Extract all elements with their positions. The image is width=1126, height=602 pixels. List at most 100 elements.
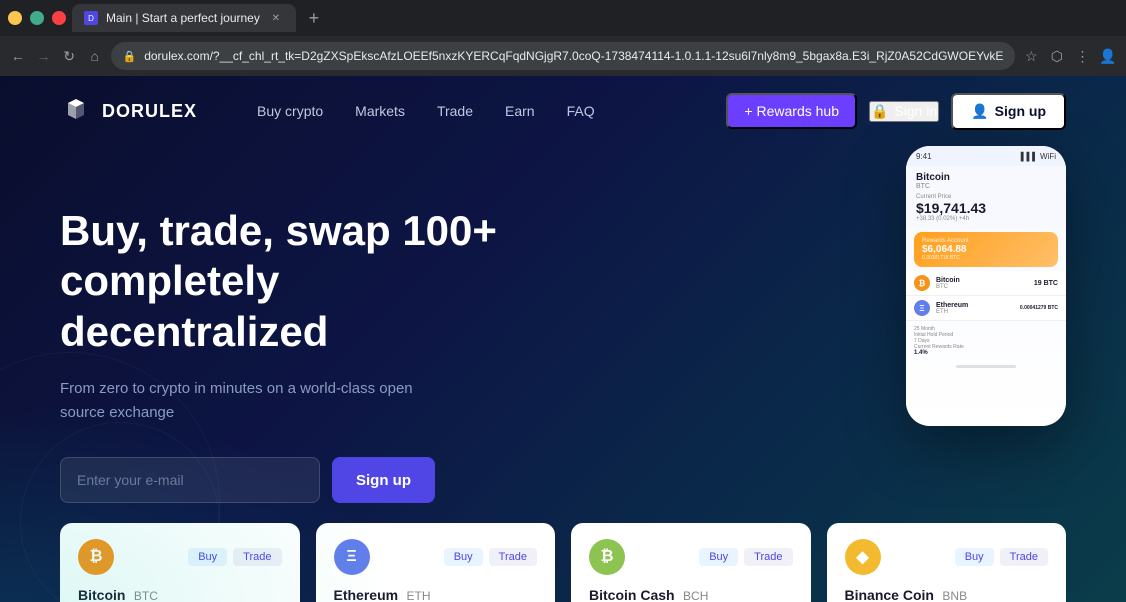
nav-faq[interactable]: FAQ: [567, 103, 595, 119]
phone-rewards-sub: 0.30381718 BTC: [922, 255, 1050, 261]
phone-home-indicator: [956, 365, 1016, 368]
tab-favicon: D: [84, 11, 98, 25]
price-card-bnb: ◆ Buy Trade Binance Coin BNB $655.21 -3.…: [827, 523, 1067, 602]
address-bar-row: ← → ↻ ⌂ 🔒 dorulex.com/?__cf_chl_rt_tk=D2…: [0, 36, 1126, 76]
phone-asset-eth: Ξ Ethereum ETH 0.00041279 BTC: [906, 296, 1066, 321]
eth-name: Ethereum: [334, 587, 399, 602]
minimize-button[interactable]: [8, 11, 22, 25]
btc-name: Bitcoin: [78, 587, 125, 602]
phone-screen: 9:41 ▌▌▌ WiFi Bitcoin BTC Current Price …: [906, 146, 1066, 426]
btc-ticker: BTC: [134, 589, 158, 602]
tab-close-button[interactable]: ✕: [268, 10, 284, 26]
phone-status-bar: 9:41 ▌▌▌ WiFi: [906, 146, 1066, 166]
bnb-ticker: BNB: [942, 589, 967, 602]
phone-mockup: 9:41 ▌▌▌ WiFi Bitcoin BTC Current Price …: [906, 146, 1066, 426]
url-text: dorulex.com/?__cf_chl_rt_tk=D2gZXSpEkscA…: [144, 49, 1003, 63]
bch-trade-button[interactable]: Trade: [744, 548, 792, 566]
bnb-buy-button[interactable]: Buy: [955, 548, 994, 566]
eth-ticker: ETH: [407, 589, 431, 602]
settings-button[interactable]: ⋮: [1073, 42, 1093, 70]
phone-eth-icon: Ξ: [914, 300, 930, 316]
active-tab[interactable]: D Main | Start a perfect journey ✕: [72, 4, 296, 32]
bnb-trade-button[interactable]: Trade: [1000, 548, 1048, 566]
signup-button[interactable]: 👤 Sign up: [951, 93, 1066, 130]
new-tab-button[interactable]: +: [300, 4, 328, 32]
btc-trade-button[interactable]: Trade: [233, 548, 281, 566]
phone-btc-info: Bitcoin BTC: [936, 277, 1028, 290]
phone-coin-ticker: BTC: [916, 183, 1056, 190]
close-button[interactable]: [52, 11, 66, 25]
extensions-button[interactable]: ⬡: [1047, 42, 1067, 70]
browser-tabs: D Main | Start a perfect journey ✕ +: [72, 4, 1118, 32]
bch-name-row: Bitcoin Cash BCH: [589, 587, 793, 602]
btc-card-header: ₿ Buy Trade: [78, 539, 282, 575]
bch-icon: ₿: [589, 539, 625, 575]
nav-earn[interactable]: Earn: [505, 103, 535, 119]
phone-rewards-card: Rewards Account $6,064.88 0.30381718 BTC: [914, 232, 1058, 267]
phone-eth-name: Ethereum: [936, 302, 1014, 309]
bnb-icon: ◆: [845, 539, 881, 575]
signin-label: Sign in: [894, 103, 937, 119]
price-section: ₿ Buy Trade Bitcoin BTC $99,870.16 -2.54…: [0, 503, 1126, 602]
phone-btc-ticker: BTC: [936, 284, 1028, 290]
phone-asset-bitcoin: ₿ Bitcoin BTC 19 BTC: [906, 271, 1066, 296]
phone-coin-name: Bitcoin: [916, 172, 1056, 183]
eth-actions: Buy Trade: [444, 548, 537, 566]
bch-name: Bitcoin Cash: [589, 587, 675, 602]
btc-actions: Buy Trade: [188, 548, 281, 566]
eth-icon: Ξ: [334, 539, 370, 575]
restore-button[interactable]: [30, 11, 44, 25]
phone-btc-icon: ₿: [914, 275, 930, 291]
nav-trade[interactable]: Trade: [437, 103, 473, 119]
url-bar[interactable]: 🔒 dorulex.com/?__cf_chl_rt_tk=D2gZXSpEks…: [111, 42, 1016, 70]
phone-price: $19,741.43: [916, 200, 1056, 216]
email-input[interactable]: [60, 457, 320, 503]
bch-buy-button[interactable]: Buy: [699, 548, 738, 566]
back-button[interactable]: ←: [8, 42, 28, 70]
nav-links: Buy crypto Markets Trade Earn FAQ: [257, 103, 726, 119]
signin-button[interactable]: 🔒 Sign in: [869, 101, 939, 122]
phone-hold-info: 25 Month Initial Hold Period 7 Days Curr…: [906, 321, 1066, 361]
hero-signup-button[interactable]: Sign up: [332, 457, 435, 503]
price-card-eth: Ξ Buy Trade Ethereum ETH $3,104.20 -5.96…: [316, 523, 556, 602]
bch-actions: Buy Trade: [699, 548, 792, 566]
phone-eth-info: Ethereum ETH: [936, 302, 1014, 315]
page: DORULEX Buy crypto Markets Trade Earn FA…: [0, 76, 1126, 602]
logo-icon: [60, 95, 92, 127]
btc-icon: ₿: [78, 539, 114, 575]
bnb-card-header: ◆ Buy Trade: [845, 539, 1049, 575]
eth-card-header: Ξ Buy Trade: [334, 539, 538, 575]
phone-btc-name: Bitcoin: [936, 277, 1028, 284]
bnb-name-row: Binance Coin BNB: [845, 587, 1049, 602]
eth-buy-button[interactable]: Buy: [444, 548, 483, 566]
profile-button[interactable]: 👤: [1098, 42, 1118, 70]
nav-buy-crypto[interactable]: Buy crypto: [257, 103, 323, 119]
browser-chrome: D Main | Start a perfect journey ✕ +: [0, 0, 1126, 36]
bch-ticker: BCH: [683, 589, 708, 602]
phone-btc-value: 19 BTC: [1034, 280, 1058, 287]
phone-signal: ▌▌▌ WiFi: [1021, 152, 1056, 161]
tab-title: Main | Start a perfect journey: [106, 11, 260, 25]
signin-icon: 🔒: [871, 103, 888, 120]
refresh-button[interactable]: ↻: [59, 42, 79, 70]
bch-card-header: ₿ Buy Trade: [589, 539, 793, 575]
rewards-hub-button[interactable]: + Rewards hub: [726, 93, 857, 129]
btc-buy-button[interactable]: Buy: [188, 548, 227, 566]
phone-eth-value: 0.00041279 BTC: [1020, 305, 1058, 311]
hero-section: Buy, trade, swap 100+ completely decentr…: [0, 146, 1126, 503]
phone-eth-ticker: ETH: [936, 309, 1014, 315]
hero-subtitle: From zero to crypto in minutes on a worl…: [60, 377, 420, 425]
hero-title: Buy, trade, swap 100+ completely decentr…: [60, 206, 540, 357]
forward-button[interactable]: →: [34, 42, 54, 70]
nav-markets[interactable]: Markets: [355, 103, 405, 119]
eth-trade-button[interactable]: Trade: [489, 548, 537, 566]
hero-visual: 9:41 ▌▌▌ WiFi Bitcoin BTC Current Price …: [706, 136, 1086, 516]
logo[interactable]: DORULEX: [60, 95, 197, 127]
nav-actions: + Rewards hub 🔒 Sign in 👤 Sign up: [726, 93, 1066, 130]
home-button[interactable]: ⌂: [85, 42, 105, 70]
price-card-bch: ₿ Buy Trade Bitcoin Cash BCH $400.50 -6.…: [571, 523, 811, 602]
bookmark-button[interactable]: ☆: [1021, 42, 1041, 70]
phone-time: 9:41: [916, 152, 932, 161]
bnb-name: Binance Coin: [845, 587, 934, 602]
logo-text: DORULEX: [102, 101, 197, 122]
